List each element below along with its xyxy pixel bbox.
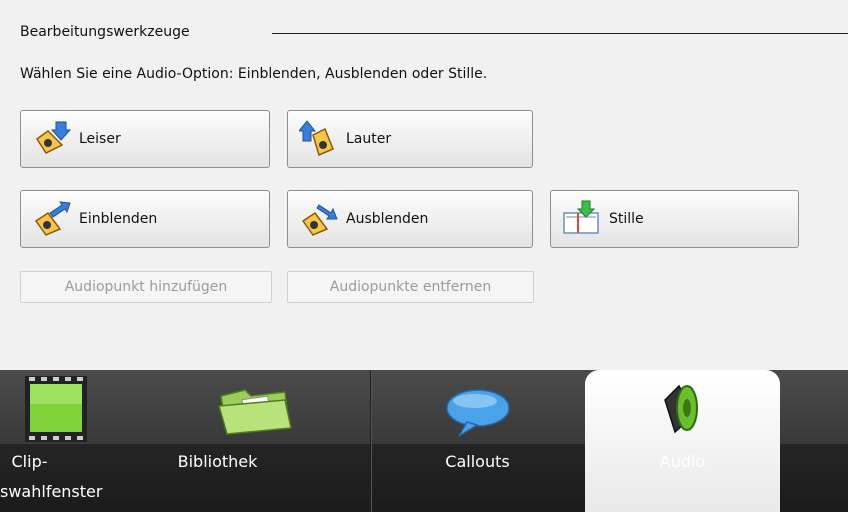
silence-icon [561, 198, 603, 240]
tab-callouts[interactable]: Callouts [371, 370, 584, 512]
tab-clip-selection[interactable]: Clip- swahlfenster [0, 370, 155, 512]
speech-bubble-icon [445, 388, 511, 442]
folder-icon [215, 386, 295, 442]
einblenden-label: Einblenden [79, 211, 158, 227]
add-audio-point-button[interactable]: Audiopunkt hinzufügen [20, 271, 272, 303]
leiser-label: Leiser [79, 131, 121, 147]
tab-callouts-label: Callouts [445, 452, 510, 471]
lauter-button[interactable]: Lauter [287, 110, 533, 168]
group-divider [272, 33, 848, 34]
ausblenden-label: Ausblenden [346, 211, 429, 227]
film-clip-icon [25, 376, 87, 446]
description-text: Wählen Sie eine Audio-Option: Einblenden… [20, 66, 488, 82]
tab-bar: Clip- swahlfenster Bibliothek Callouts A… [0, 370, 848, 512]
einblenden-button[interactable]: Einblenden [20, 190, 270, 248]
tab-audio[interactable]: Audio [585, 370, 780, 512]
tab-clip-label-line1: Clip- [11, 452, 48, 471]
speaker-fade-out-icon [298, 198, 340, 240]
remove-audio-points-button[interactable]: Audiopunkte entfernen [287, 271, 534, 303]
group-title: Bearbeitungswerkzeuge [20, 24, 190, 40]
tab-clip-label-line2: swahlfenster [0, 482, 103, 501]
ausblenden-button[interactable]: Ausblenden [287, 190, 533, 248]
leiser-button[interactable]: Leiser [20, 110, 270, 168]
speaker-down-arrow-icon [31, 118, 73, 160]
speaker-icon [655, 378, 711, 442]
speaker-up-arrow-icon [298, 118, 340, 160]
tab-library[interactable]: Bibliothek [155, 370, 370, 512]
edit-tools-panel: Bearbeitungswerkzeuge Wählen Sie eine Au… [0, 0, 848, 370]
tab-audio-label: Audio [659, 452, 706, 471]
tab-library-label: Bibliothek [177, 452, 258, 471]
stille-button[interactable]: Stille [550, 190, 799, 248]
speaker-fade-in-icon [31, 198, 73, 240]
stille-label: Stille [609, 211, 644, 227]
lauter-label: Lauter [346, 131, 392, 147]
